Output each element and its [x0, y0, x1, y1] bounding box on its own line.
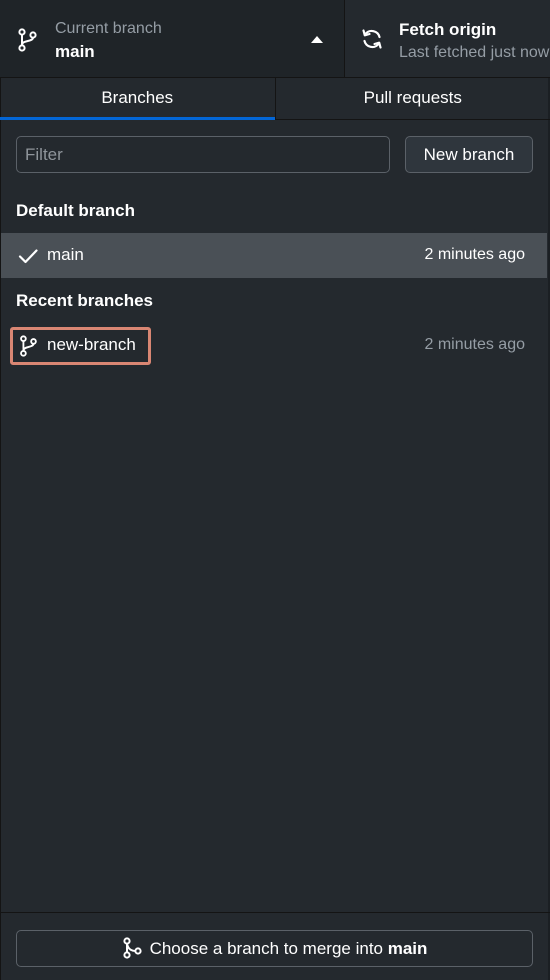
last-fetched-label: Last fetched just now	[399, 44, 550, 61]
sync-icon	[362, 29, 382, 49]
git-merge-icon	[122, 937, 142, 959]
default-branch-header: Default branch	[16, 201, 136, 220]
highlight-annotation	[10, 327, 151, 365]
recent-branches-header: Recent branches	[16, 291, 153, 310]
bottom-bar: Choose a branch to merge into main	[0, 912, 550, 980]
filter-input[interactable]	[16, 136, 390, 173]
merge-target-branch: main	[387, 939, 428, 958]
new-branch-button[interactable]: New branch	[405, 136, 533, 173]
current-branch-name: main	[55, 42, 95, 61]
fetch-origin-title: Fetch origin	[399, 20, 497, 39]
tab-pull-requests[interactable]: Pull requests	[274, 78, 550, 119]
check-icon	[18, 249, 38, 264]
merge-branch-button[interactable]: Choose a branch to merge into main	[16, 930, 533, 967]
tab-bar: Branches Pull requests	[0, 78, 550, 120]
branch-time: 2 minutes ago	[424, 336, 525, 353]
current-branch-label: Current branch	[55, 20, 162, 37]
merge-button-text: Choose a branch to merge into	[149, 939, 388, 958]
caret-up-icon	[311, 36, 323, 43]
left-border	[0, 78, 1, 980]
toolbar: Current branch main Fetch origin Last fe…	[0, 0, 550, 78]
git-branch-icon	[18, 28, 37, 52]
branch-name: main	[47, 245, 84, 264]
fetch-origin-button[interactable]: Fetch origin Last fetched just now	[346, 0, 550, 77]
branch-row-main[interactable]: main 2 minutes ago	[1, 233, 547, 278]
current-branch-button[interactable]: Current branch main	[0, 0, 345, 77]
branch-time: 2 minutes ago	[424, 246, 525, 263]
tab-branches[interactable]: Branches	[0, 78, 275, 120]
